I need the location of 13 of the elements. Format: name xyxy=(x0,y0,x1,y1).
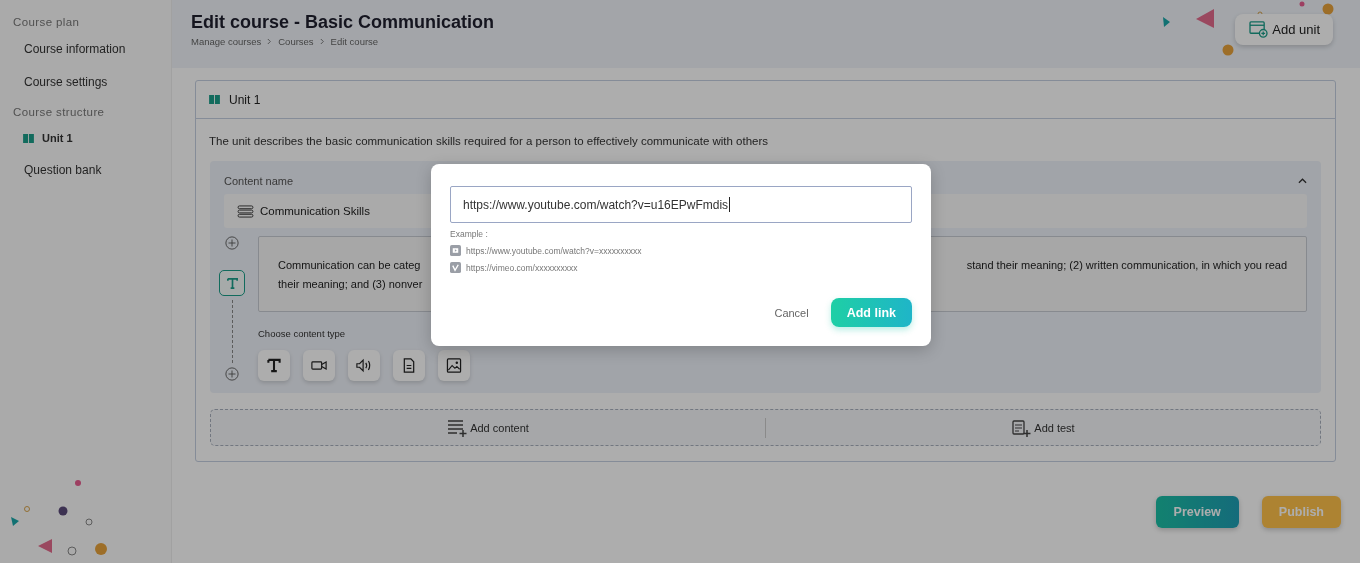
example-url: https://www.youtube.com/watch?v=xxxxxxxxxx xyxy=(466,245,642,256)
text-fragment: their meaning; and (3) nonver xyxy=(278,277,423,292)
content-type-label: Choose content type xyxy=(258,328,347,339)
unit-title: Unit 1 xyxy=(229,92,261,107)
field-label: Content name xyxy=(224,175,294,187)
section-heading: Course plan xyxy=(12,15,81,30)
example-label: Example : xyxy=(450,229,489,239)
page-title: Edit course - Basic Communication xyxy=(191,12,496,33)
unit-description: The unit describes the basic communication skills required for a person to effectively communicate with others xyxy=(208,134,770,149)
text-fragment: Communication can be categ xyxy=(278,258,421,273)
text-fragment: stand their meaning; (2) written communication, in which you read xyxy=(966,258,1287,273)
section-heading: Course structure xyxy=(12,105,106,120)
example-url: https://vimeo.com/xxxxxxxxxx xyxy=(466,262,578,273)
